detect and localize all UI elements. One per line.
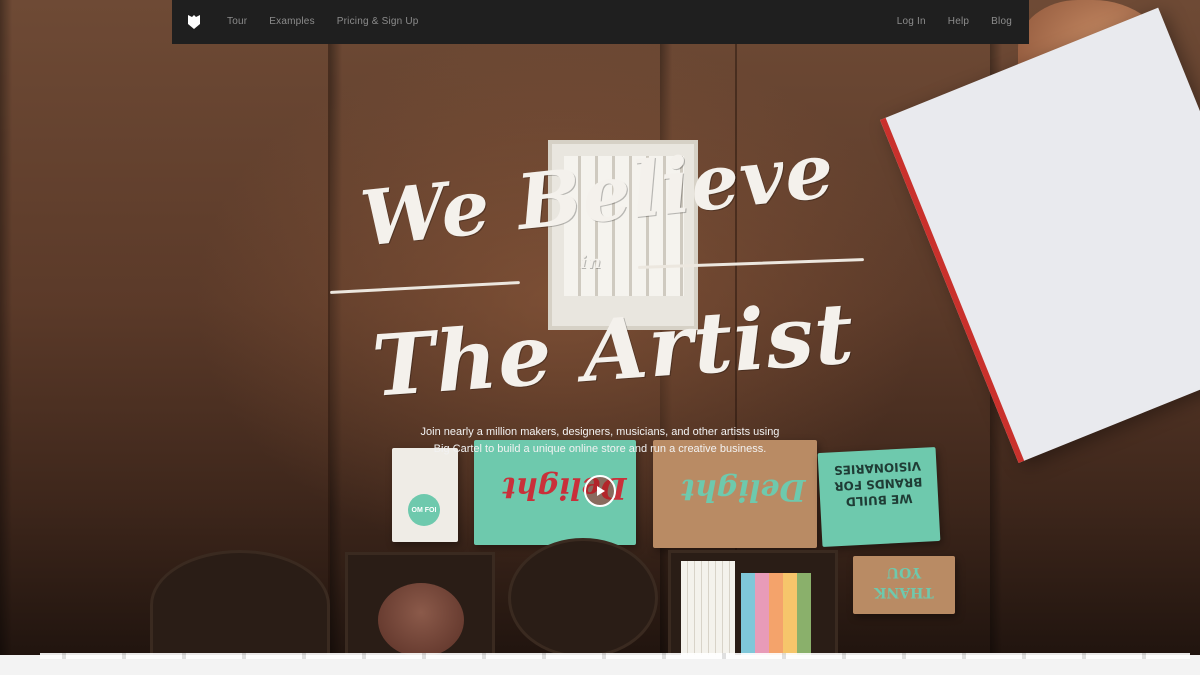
logo-link[interactable] (172, 0, 216, 44)
brush-stroke (638, 258, 864, 269)
card-text-line: THANK (874, 584, 934, 600)
headline-the-artist: The Artist (369, 283, 858, 416)
brush-stroke (330, 281, 520, 294)
card-lettering: WE BUILD BRANDS FOR VISIONARIES (826, 457, 930, 510)
twine-bin-photo (345, 552, 495, 658)
card-lettering: Delight (681, 472, 806, 507)
card-logo: OM FOI (408, 494, 440, 526)
hero-subtext: Join nearly a million makers, designers,… (400, 424, 800, 458)
jar-photo (508, 538, 658, 658)
nav-link-pricing-signup[interactable]: Pricing & Sign Up (326, 0, 430, 44)
thank-you-card: THANK YOU (853, 556, 955, 614)
nav-left-group: Tour Examples Pricing & Sign Up (216, 0, 430, 44)
nav-link-help[interactable]: Help (937, 0, 980, 44)
top-navigation-bar: Tour Examples Pricing & Sign Up Log In H… (172, 0, 1029, 44)
brush-edge-decoration (40, 653, 1190, 659)
play-video-button[interactable] (584, 475, 616, 507)
hero-subtext-line: Big Cartel to build a unique online stor… (433, 443, 767, 455)
headline-in: in (580, 252, 602, 273)
nav-right-group: Log In Help Blog (886, 0, 1029, 44)
headline-we-believe: We Believe (356, 125, 839, 264)
play-icon (597, 486, 605, 496)
nav-link-log-in[interactable]: Log In (886, 0, 937, 44)
visionaries-card: WE BUILD BRANDS FOR VISIONARIES (817, 446, 941, 548)
product-card: OM FOI (392, 448, 458, 542)
card-lettering: THANK YOU (853, 562, 955, 602)
scissors-bin-photo (150, 550, 330, 660)
big-cartel-shield-icon (188, 15, 200, 29)
hero-subtext-line: Join nearly a million makers, designers,… (420, 426, 780, 438)
hero-headline: We Believe in The Artist (320, 125, 880, 420)
paper-bin-photo (668, 550, 838, 659)
nav-link-tour[interactable]: Tour (216, 0, 258, 44)
nav-link-blog[interactable]: Blog (980, 0, 1023, 44)
card-text-line: YOU (886, 564, 922, 580)
nav-link-examples[interactable]: Examples (258, 0, 326, 44)
